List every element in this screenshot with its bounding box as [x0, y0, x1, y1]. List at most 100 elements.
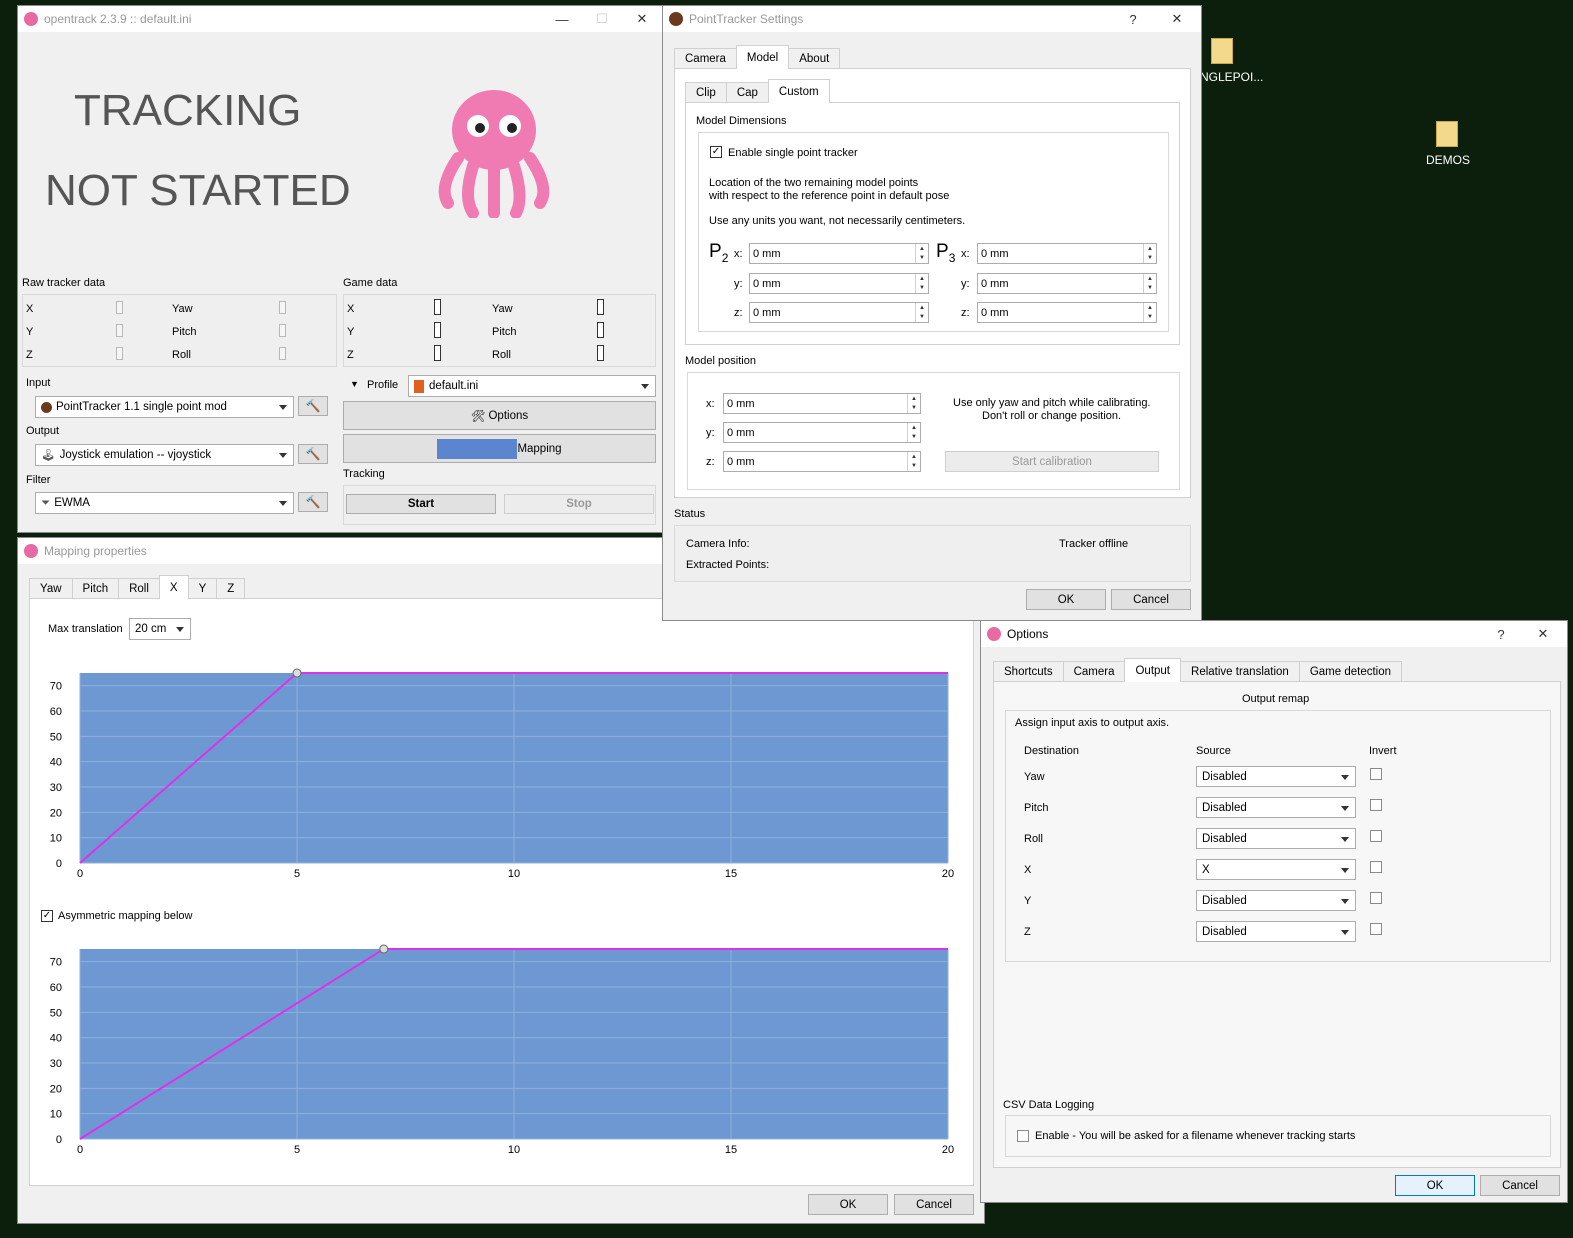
pt-ok-button[interactable]: OK — [1026, 589, 1106, 610]
csv-enable-checkbox[interactable] — [1017, 1130, 1029, 1142]
minimize-icon[interactable]: — — [542, 6, 582, 32]
filter-select[interactable]: ⏷ EWMA — [35, 492, 294, 514]
p3-x-input[interactable]: 0 mm ▲ ▼ — [977, 243, 1157, 264]
p3-z-input[interactable]: 0 mm ▲ ▼ — [977, 302, 1157, 323]
desktop-icon-label-1[interactable]: NGLEPOI... — [1200, 70, 1263, 84]
tools-icon: 🛠 — [470, 410, 486, 423]
tab-shortcuts[interactable]: Shortcuts — [993, 661, 1064, 682]
start-button[interactable]: Start — [346, 494, 496, 514]
y-tick-label: 50 — [50, 731, 62, 743]
close-icon[interactable]: ✕ — [1523, 621, 1563, 647]
remap-invert-checkbox[interactable] — [1370, 923, 1382, 935]
remap-source-select[interactable]: X — [1196, 859, 1356, 880]
tab-game-detection[interactable]: Game detection — [1298, 661, 1403, 682]
desktop-icon-label-2[interactable]: DEMOS — [1418, 153, 1478, 167]
mapping-button[interactable]: Mapping — [343, 434, 656, 463]
control-point-handle[interactable] — [292, 668, 302, 678]
profile-select[interactable]: default.ini — [408, 375, 656, 397]
tab-y[interactable]: Y — [187, 578, 218, 599]
tab-x[interactable]: X — [158, 575, 189, 599]
filter-settings-button[interactable]: 🔨 — [298, 492, 328, 512]
p2-z-input[interactable]: 0 mm ▲ ▼ — [749, 302, 929, 323]
mapping-ok-button[interactable]: OK — [808, 1194, 888, 1215]
stop-button[interactable]: Stop — [504, 494, 654, 514]
folder-icon[interactable] — [1211, 38, 1233, 64]
tab-camera[interactable]: Camera — [674, 48, 737, 69]
input-settings-button[interactable]: 🔨 — [298, 396, 328, 416]
remap-destination-label: Pitch — [1024, 802, 1049, 814]
p2-x-input[interactable]: 0 mm ▲ ▼ — [749, 243, 929, 264]
mapping-curve-chart[interactable]: 0 5 10 15 20 0 10 20 30 40 50 60 70 — [40, 663, 965, 888]
tab-cap[interactable]: Cap — [725, 82, 769, 103]
help-icon[interactable]: ? — [1481, 621, 1521, 647]
pos-x-input[interactable]: 0 mm ▲ ▼ — [723, 393, 921, 414]
remap-invert-checkbox[interactable] — [1370, 861, 1382, 873]
x-tick-label: 0 — [77, 1144, 83, 1156]
max-translation-select[interactable]: 20 cm — [129, 618, 191, 640]
control-point-handle[interactable] — [379, 944, 389, 954]
remap-source-select[interactable]: Disabled — [1196, 890, 1356, 911]
tab-about[interactable]: About — [788, 48, 841, 69]
tab-clip[interactable]: Clip — [685, 82, 727, 103]
remap-source-select[interactable]: Disabled — [1196, 828, 1356, 849]
input-select[interactable]: PointTracker 1.1 single point mod — [35, 396, 294, 418]
mapping-tabs: Yaw Pitch Roll X Y Z — [29, 575, 246, 599]
csv-logging-label: CSV Data Logging — [1003, 1099, 1095, 1111]
profile-chevron-icon[interactable]: ▼ — [350, 379, 359, 389]
options-cancel-button[interactable]: Cancel — [1480, 1175, 1560, 1196]
tab-z[interactable]: Z — [216, 578, 246, 599]
y-tick-label: 20 — [50, 807, 62, 819]
unreal-icon[interactable] — [1436, 121, 1458, 147]
p3-x-label: x: — [961, 248, 970, 260]
remap-source-select[interactable]: Disabled — [1196, 797, 1356, 818]
options-ok-button[interactable]: OK — [1395, 1175, 1475, 1196]
start-calibration-button[interactable]: Start calibration — [945, 451, 1159, 472]
asymmetric-label: Asymmetric mapping below — [58, 910, 193, 922]
remap-invert-checkbox[interactable] — [1370, 799, 1382, 811]
mapping-cancel-button[interactable]: Cancel — [894, 1194, 974, 1215]
output-settings-button[interactable]: 🔨 — [298, 444, 328, 464]
max-translation-label: Max translation — [48, 623, 123, 635]
raw-yaw-value — [279, 301, 286, 314]
profile-label[interactable]: Profile — [367, 379, 398, 391]
pos-z-input[interactable]: 0 mm ▲ ▼ — [723, 451, 921, 472]
tab-model[interactable]: Model — [735, 45, 790, 69]
p3-y-input[interactable]: 0 mm ▲ ▼ — [977, 273, 1157, 294]
csv-enable-label: Enable - You will be asked for a filenam… — [1035, 1130, 1356, 1142]
tab-pitch[interactable]: Pitch — [71, 578, 120, 599]
raw-y-value — [116, 324, 123, 337]
pointtracker-app-icon — [669, 12, 683, 26]
remap-invert-checkbox[interactable] — [1370, 830, 1382, 842]
close-icon[interactable]: ✕ — [622, 6, 662, 32]
enable-single-checkbox[interactable]: ✓ — [710, 146, 722, 158]
game-yaw-value — [597, 299, 604, 315]
p2-y-input[interactable]: 0 mm ▲ ▼ — [749, 273, 929, 294]
pos-y-input[interactable]: 0 mm ▲ ▼ — [723, 422, 921, 443]
tab-yaw[interactable]: Yaw — [29, 578, 73, 599]
maximize-icon[interactable]: ☐ — [582, 6, 622, 32]
options-button[interactable]: 🛠 Options — [343, 401, 656, 430]
remap-source-select[interactable]: Disabled — [1196, 766, 1356, 787]
remap-source-select[interactable]: Disabled — [1196, 921, 1356, 942]
tab-camera[interactable]: Camera — [1062, 661, 1126, 682]
help-icon[interactable]: ? — [1113, 6, 1153, 32]
mapping-curve-chart-asymmetric[interactable]: 0 5 10 15 20 0 10 20 30 40 50 60 70 — [40, 939, 965, 1164]
asymmetric-checkbox[interactable]: ✓ — [41, 910, 53, 922]
pt-model-panel: Clip Cap Custom Model Dimensions ✓ Enabl… — [674, 68, 1191, 498]
tab-roll[interactable]: Roll — [118, 578, 160, 599]
filter-select-value: EWMA — [54, 497, 90, 509]
pt-cancel-button[interactable]: Cancel — [1111, 589, 1191, 610]
tab-relative-translation[interactable]: Relative translation — [1180, 661, 1300, 682]
tab-custom[interactable]: Custom — [767, 79, 830, 103]
remap-invert-checkbox[interactable] — [1370, 768, 1382, 780]
output-select[interactable]: 🕹 Joystick emulation -- vjoystick — [35, 444, 294, 466]
tab-output[interactable]: Output — [1124, 658, 1182, 682]
close-icon[interactable]: ✕ — [1157, 6, 1197, 32]
tracking-status-line2: NOT STARTED — [45, 166, 351, 215]
filter-label: Filter — [26, 474, 51, 486]
pos-z-label: z: — [706, 456, 715, 468]
remap-source-value: Disabled — [1202, 801, 1247, 814]
y-tick-label: 60 — [50, 982, 62, 994]
y-tick-label: 50 — [50, 1007, 62, 1019]
remap-invert-checkbox[interactable] — [1370, 892, 1382, 904]
